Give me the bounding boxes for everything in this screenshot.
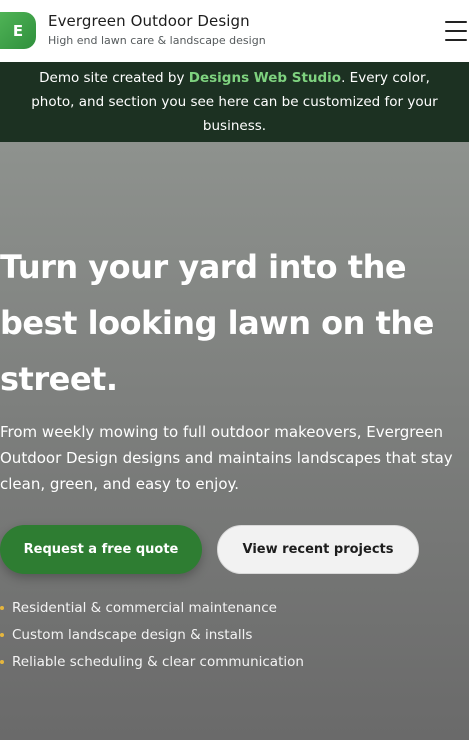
hamburger-menu-icon[interactable] (445, 21, 469, 41)
demo-banner-text: Demo site created by Designs Web Studio.… (22, 66, 447, 138)
brand-tagline: High end lawn care & landscape design (48, 34, 266, 47)
feature-text: Reliable scheduling & clear communicatio… (12, 653, 304, 670)
feature-text: Custom landscape design & installs (12, 626, 253, 643)
feature-item: Custom landscape design & installs (0, 621, 304, 648)
site-header: E Evergreen Outdoor Design High end lawn… (0, 0, 469, 62)
hero-title: Turn your yard into the best looking law… (0, 248, 434, 398)
brand[interactable]: Evergreen Outdoor Design High end lawn c… (48, 12, 266, 48)
logo-icon[interactable]: E (0, 12, 36, 49)
brand-name: Evergreen Outdoor Design (48, 12, 250, 30)
menu-line (445, 39, 467, 41)
hero-description: From weekly mowing to full outdoor makeo… (0, 423, 453, 493)
dot-bullet-icon (0, 632, 4, 637)
dot-bullet-icon (0, 605, 4, 610)
request-quote-button[interactable]: Request a free quote (0, 525, 202, 574)
banner-prefix: Demo site created by (39, 70, 189, 86)
designs-web-studio-link[interactable]: Designs Web Studio (189, 70, 341, 86)
feature-text: Residential & commercial maintenance (12, 599, 277, 616)
menu-line (445, 30, 467, 32)
feature-item: Reliable scheduling & clear communicatio… (0, 648, 304, 675)
view-projects-button[interactable]: View recent projects (217, 525, 419, 574)
hero-section: Turn your yard into the best looking law… (0, 142, 469, 740)
feature-item: Residential & commercial maintenance (0, 594, 304, 621)
feature-list: Residential & commercial maintenance Cus… (0, 594, 304, 675)
menu-line (445, 21, 467, 23)
dot-bullet-icon (0, 659, 4, 664)
demo-banner: Demo site created by Designs Web Studio.… (0, 62, 469, 142)
